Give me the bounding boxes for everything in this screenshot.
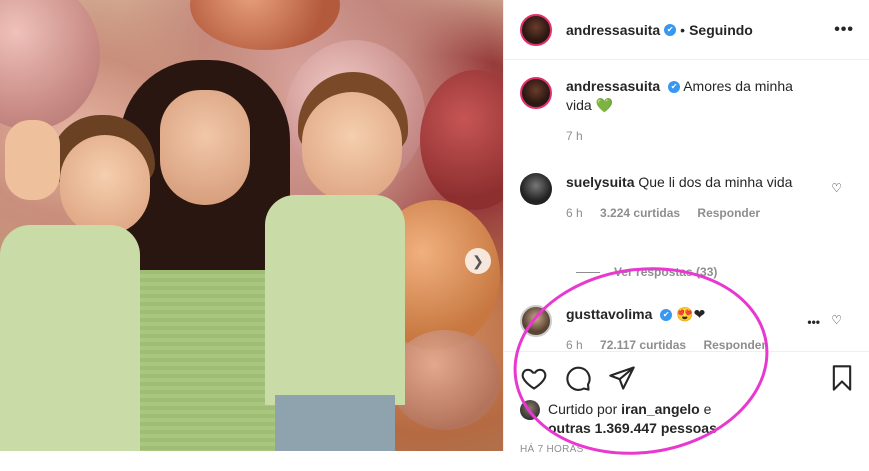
comment-time[interactable]: 6 h <box>566 338 583 350</box>
caption: andressasuita ✔ Amores da minha vida 💚 7… <box>520 77 854 146</box>
caption-avatar[interactable] <box>520 77 552 109</box>
like-heart-icon[interactable] <box>520 364 548 392</box>
like-comment-icon[interactable]: ♡ <box>831 181 842 195</box>
balloon-top <box>190 0 340 50</box>
comment-text: Que li dos da minha vida <box>638 174 793 190</box>
post-side-panel: andressasuita ✔ • Seguindo ••• andressas… <box>503 0 869 455</box>
balloon-red <box>420 70 503 210</box>
post-actions <box>504 351 869 404</box>
boy-left-hand <box>5 120 60 200</box>
boy-right-shorts <box>275 395 395 451</box>
verified-icon: ✔ <box>668 81 681 94</box>
verified-icon: ✔ <box>664 23 677 36</box>
post-photo: ❯ <box>0 0 503 451</box>
commenter-avatar[interactable] <box>520 305 552 337</box>
view-replies-button[interactable]: Ver respostas (33) <box>576 265 717 279</box>
caption-username[interactable]: andressasuita <box>566 78 660 94</box>
comment-likes[interactable]: 3.224 curtidas <box>600 206 680 220</box>
reply-button[interactable]: Responder <box>697 206 760 220</box>
more-options-icon[interactable]: ••• <box>834 21 854 39</box>
comment-item: gusttavolima ✔ 😍❤ 6 h 72.117 curtidas Re… <box>520 305 854 350</box>
liked-by-suffix: e <box>703 401 712 417</box>
liker-avatar[interactable] <box>520 400 540 420</box>
comment-likes[interactable]: 72.117 curtidas <box>600 338 686 350</box>
comment-item: suelysuita Que li dos da minha vida 6 h … <box>520 173 854 223</box>
header-separator: • <box>680 21 686 38</box>
save-bookmark-icon[interactable] <box>828 364 856 392</box>
balloon-left <box>0 0 100 130</box>
comment-text: 😍❤ <box>676 306 706 322</box>
comment-more-icon[interactable]: ••• <box>807 315 820 329</box>
next-image-button[interactable]: ❯ <box>465 248 491 274</box>
comment-username[interactable]: suelysuita <box>566 174 634 190</box>
share-icon[interactable] <box>608 364 636 392</box>
reply-button[interactable]: Responder <box>703 338 766 350</box>
caption-time[interactable]: 7 h <box>566 129 583 143</box>
boy-left-face <box>60 135 150 235</box>
boy-right-shirt <box>265 195 405 405</box>
boy-left-shirt <box>0 225 140 451</box>
comments-list[interactable]: andressasuita ✔ Amores da minha vida 💚 7… <box>504 60 869 350</box>
post-header: andressasuita ✔ • Seguindo ••• <box>504 0 869 60</box>
comment-username[interactable]: gusttavolima <box>566 306 652 322</box>
comment-time[interactable]: 6 h <box>566 206 583 220</box>
liked-by-others[interactable]: outras 1.369.447 pessoas <box>548 420 717 436</box>
balloon-bottom <box>390 330 500 430</box>
comment-icon[interactable] <box>564 364 592 392</box>
replies-divider <box>576 271 600 273</box>
liked-by-prefix: Curtido por <box>548 401 618 417</box>
like-comment-icon[interactable]: ♡ <box>831 313 842 327</box>
author-avatar[interactable] <box>520 13 552 46</box>
post-timestamp[interactable]: HÁ 7 HORAS <box>520 444 584 455</box>
liked-by-user[interactable]: iran_angelo <box>621 401 700 417</box>
chevron-right-icon: ❯ <box>472 252 484 269</box>
commenter-avatar[interactable] <box>520 173 552 205</box>
following-button[interactable]: Seguindo <box>689 22 753 38</box>
liked-by: Curtido por iran_angelo e outras 1.369.4… <box>520 400 717 438</box>
boy-right-face <box>302 92 402 202</box>
view-replies-label: Ver respostas (33) <box>614 265 718 279</box>
mother-face <box>160 90 250 205</box>
author-username[interactable]: andressasuita <box>566 22 660 38</box>
verified-icon: ✔ <box>660 309 673 322</box>
